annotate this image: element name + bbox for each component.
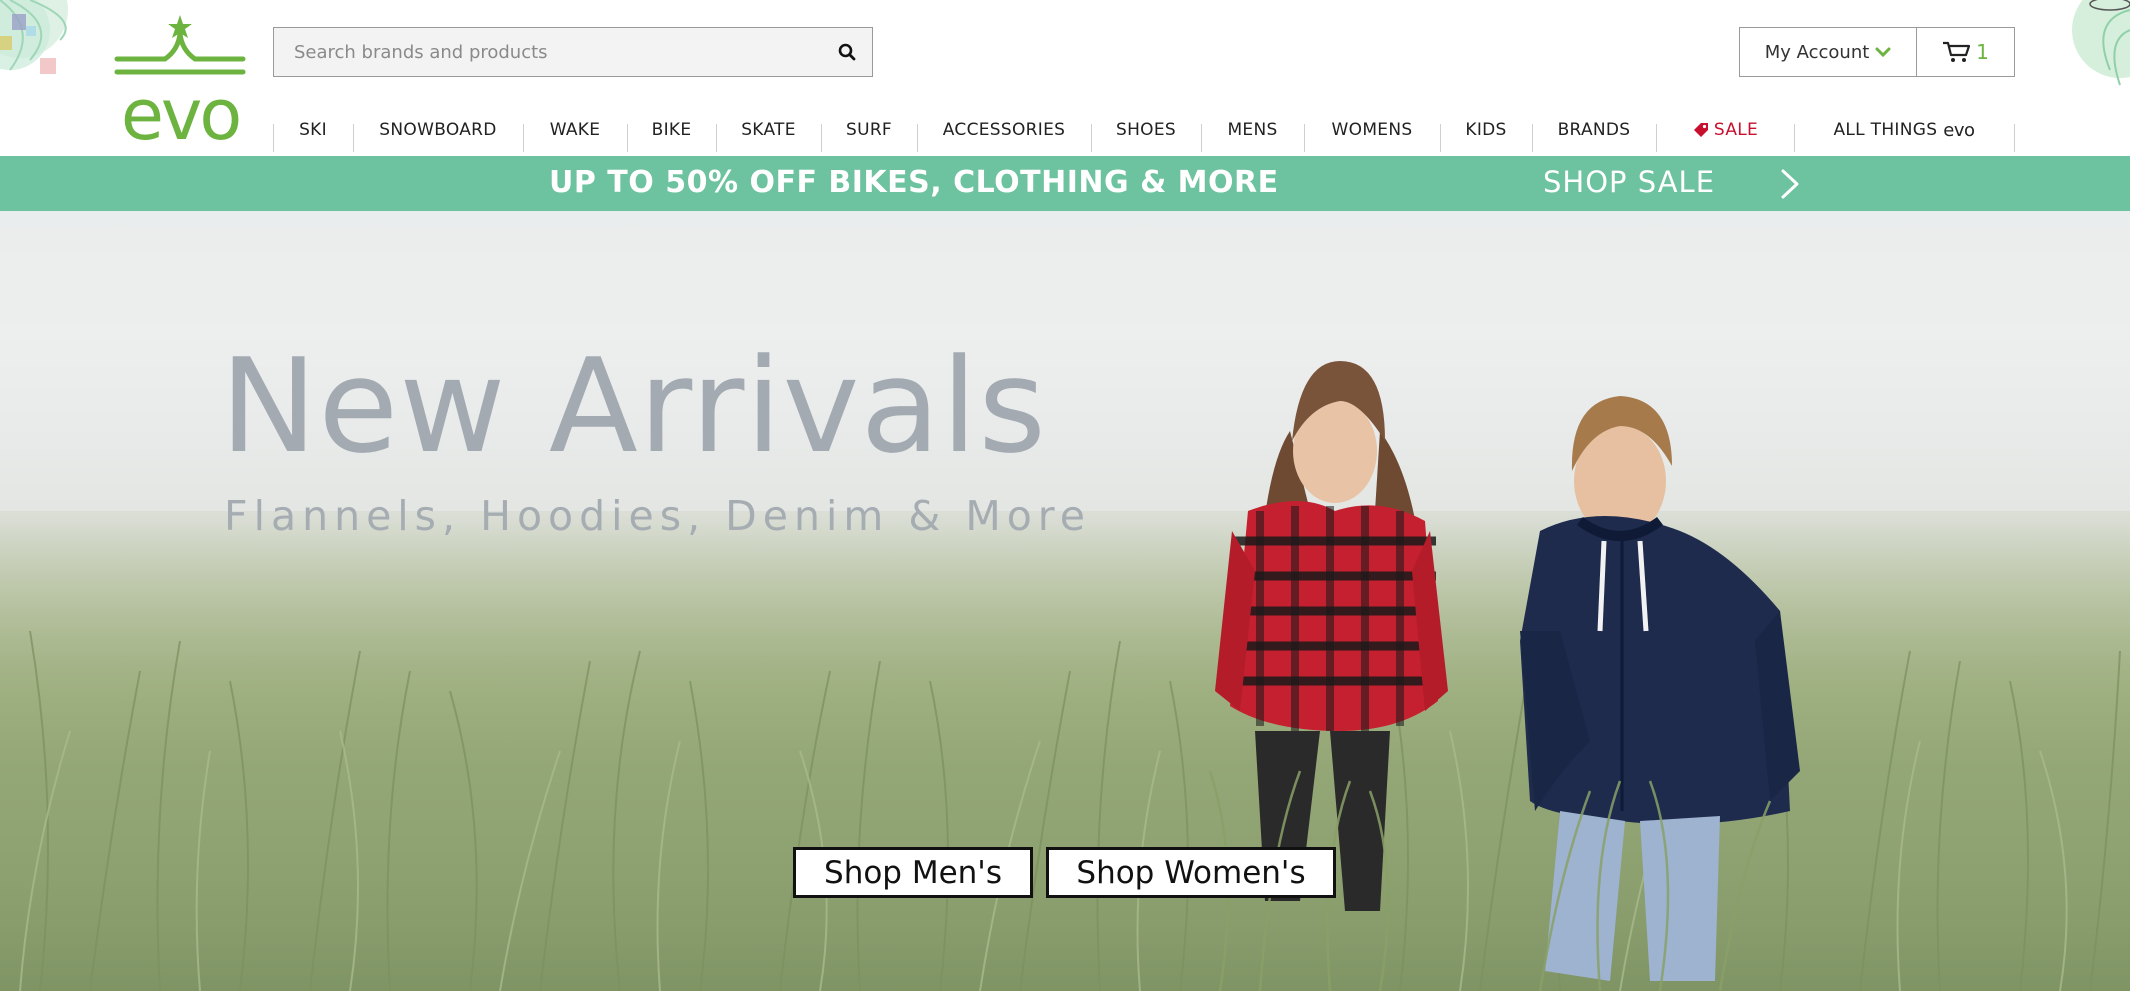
main-nav: SKI SNOWBOARD WAKE BIKE SKATE SURF ACCES… — [273, 118, 2015, 154]
nav-item-accessories[interactable]: ACCESSORIES — [917, 118, 1091, 154]
search-button[interactable] — [822, 28, 872, 76]
nav-item-surf[interactable]: SURF — [821, 118, 917, 154]
nav-label: KIDS — [1465, 120, 1507, 140]
cart-icon — [1943, 41, 1971, 62]
decorative-pattern-right — [2050, 0, 2130, 90]
nav-divider — [2014, 124, 2015, 152]
nav-item-mens[interactable]: MENS — [1201, 118, 1304, 154]
promo-banner[interactable]: UP TO 50% OFF BIKES, CLOTHING & MORE SHO… — [0, 156, 2130, 211]
nav-label: MENS — [1227, 120, 1278, 140]
nav-item-snowboard[interactable]: SNOWBOARD — [353, 118, 523, 154]
decorative-pattern-left — [0, 0, 110, 110]
nav-item-sale[interactable]: SALE — [1656, 118, 1794, 154]
evo-mini-logo: evo — [1943, 120, 1975, 141]
site-header: evo My Account 1 S — [0, 0, 2130, 156]
nav-label: BRANDS — [1557, 120, 1631, 140]
nav-item-all-things-evo[interactable]: ALL THINGS evo — [1794, 118, 2014, 154]
nav-label: SKI — [299, 120, 327, 140]
nav-label: SALE — [1713, 120, 1759, 140]
shop-sale-link[interactable]: SHOP SALE — [1543, 165, 1715, 199]
search-input[interactable] — [274, 28, 822, 76]
account-cart-box: My Account 1 — [1739, 27, 2015, 77]
nav-label: SHOES — [1116, 120, 1176, 140]
evo-logo[interactable]: evo — [110, 12, 250, 156]
nav-item-shoes[interactable]: SHOES — [1091, 118, 1201, 154]
my-account-button[interactable]: My Account — [1740, 28, 1917, 76]
nav-label: SNOWBOARD — [379, 120, 497, 140]
nav-item-bike[interactable]: BIKE — [627, 118, 716, 154]
my-account-label: My Account — [1764, 41, 1870, 63]
nav-label: ACCESSORIES — [942, 120, 1066, 140]
nav-item-wake[interactable]: WAKE — [523, 118, 627, 154]
nav-label: WOMENS — [1331, 120, 1413, 140]
nav-label: WAKE — [549, 120, 601, 140]
hero-banner: New Arrivals Flannels, Hoodies, Denim & … — [0, 211, 2130, 991]
search-bar — [273, 27, 873, 77]
logo-text: evo — [121, 74, 239, 144]
nav-item-brands[interactable]: BRANDS — [1532, 118, 1656, 154]
nav-label: BIKE — [651, 120, 692, 140]
nav-item-womens[interactable]: WOMENS — [1304, 118, 1440, 154]
hero-subtitle: Flannels, Hoodies, Denim & More — [224, 492, 1091, 540]
cart-button[interactable]: 1 — [1917, 28, 2014, 76]
nav-label: ALL THINGS — [1833, 120, 1938, 140]
nav-item-kids[interactable]: KIDS — [1440, 118, 1532, 154]
chevron-down-icon — [1875, 47, 1891, 58]
promo-text: UP TO 50% OFF BIKES, CLOTHING & MORE — [549, 165, 1279, 200]
nav-label: SKATE — [741, 120, 796, 140]
hero-title: New Arrivals — [220, 330, 1047, 482]
search-icon — [838, 43, 856, 61]
nav-item-ski[interactable]: SKI — [273, 118, 353, 154]
shop-womens-button[interactable]: Shop Women's — [1046, 847, 1336, 898]
nav-label: SURF — [845, 120, 893, 140]
tag-icon — [1693, 123, 1708, 137]
nav-item-skate[interactable]: SKATE — [716, 118, 821, 154]
cart-count: 1 — [1976, 40, 1989, 64]
shop-mens-button[interactable]: Shop Men's — [793, 847, 1033, 898]
chevron-right-icon — [1781, 169, 1799, 199]
